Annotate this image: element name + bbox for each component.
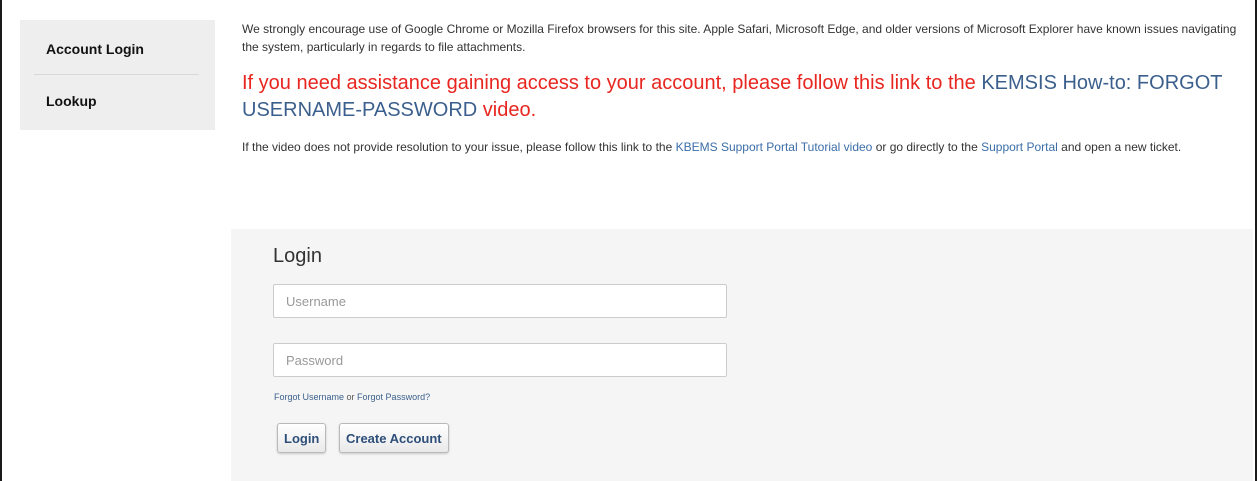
browser-notice: We strongly encourage use of Google Chro… [242, 22, 1237, 54]
sidebar-item-lookup[interactable]: Lookup [34, 75, 199, 125]
forgot-or-text: or [344, 392, 358, 402]
support-middle: or go directly to the [872, 140, 982, 154]
support-suffix: and open a new ticket. [1057, 140, 1182, 154]
sidebar: Account Login Lookup [20, 20, 215, 130]
login-button[interactable]: Login [277, 423, 327, 453]
create-account-button[interactable]: Create Account [339, 423, 449, 453]
forgot-password-link[interactable]: Forgot Password? [357, 392, 430, 402]
forgot-username-link[interactable]: Forgot Username [274, 392, 344, 402]
login-panel: Login Forgot Username or Forgot Password… [231, 229, 1253, 481]
support-prefix: If the video does not provide resolution… [242, 140, 676, 154]
support-portal-link[interactable]: Support Portal [981, 140, 1058, 154]
sidebar-item-account-login[interactable]: Account Login [34, 20, 199, 75]
assistance-prefix: If you need assistance gaining access to… [242, 72, 982, 94]
forgot-links: Forgot Username or Forgot Password? [274, 392, 430, 402]
password-input[interactable] [273, 343, 727, 377]
sidebar-item-label: Account Login [46, 41, 144, 57]
support-tutorial-link[interactable]: KBEMS Support Portal Tutorial video [676, 140, 873, 154]
main-content: We strongly encourage use of Google Chro… [242, 20, 1242, 156]
sidebar-item-label: Lookup [46, 93, 97, 109]
username-input[interactable] [273, 284, 727, 318]
assistance-suffix: video. [477, 99, 537, 121]
assistance-message: If you need assistance gaining access to… [242, 70, 1242, 124]
support-message: If the video does not provide resolution… [242, 138, 1242, 156]
login-title: Login [273, 245, 322, 267]
